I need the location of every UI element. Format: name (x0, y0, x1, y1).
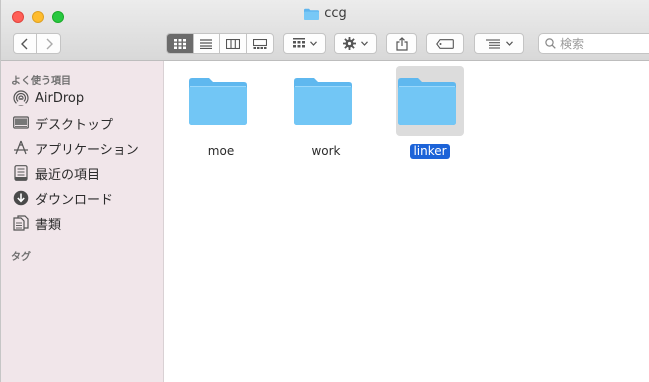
forward-button[interactable] (37, 34, 60, 53)
arrange-button[interactable] (474, 33, 524, 54)
tag-icon (436, 38, 454, 49)
title-bar[interactable]: ccg 検索 (1, 0, 649, 61)
sidebar-item-airdrop[interactable]: AirDrop (13, 88, 84, 108)
sidebar-item-label: ダウンロード (35, 192, 114, 208)
search-icon (545, 38, 556, 49)
search-field[interactable]: 検索 (538, 33, 649, 54)
sidebar-item-documents[interactable]: 書類 (13, 213, 61, 233)
gear-icon (343, 37, 356, 50)
sidebar-item-label: 最近の項目 (35, 167, 101, 183)
tag-button[interactable] (426, 33, 464, 54)
list-view-button[interactable] (194, 34, 220, 53)
sidebar-item-label: アプリケーション (35, 142, 139, 158)
group-by-button[interactable] (283, 33, 326, 54)
sidebar-item-desktop[interactable]: デスクトップ (13, 113, 113, 133)
group-grid-icon (292, 38, 305, 48)
sidebar: よく使う項目 AirDrop デスクトップ アプリケーション 最近の項目 ダウン… (1, 61, 164, 382)
file-browser-content: moe work linker (164, 61, 649, 382)
sidebar-item-label: AirDrop (35, 90, 85, 106)
documents-icon (13, 215, 29, 231)
view-mode-control (166, 33, 274, 54)
chevron-right-icon (46, 38, 53, 49)
window-title-group: ccg (1, 6, 649, 21)
chevron-left-icon (21, 38, 28, 49)
downloads-icon (13, 190, 29, 206)
gallery-view-button[interactable] (247, 34, 273, 53)
gallery-icon (252, 38, 267, 49)
tags-heading: タグ (11, 252, 31, 263)
sidebar-item-downloads[interactable]: ダウンロード (13, 188, 113, 208)
search-placeholder: 検索 (560, 37, 585, 51)
folder-icon (294, 78, 352, 125)
folder-name: work (311, 144, 341, 158)
folder-item-linker[interactable]: linker (390, 66, 470, 161)
sidebar-item-applications[interactable]: アプリケーション (13, 138, 139, 158)
folder-icon (398, 78, 456, 125)
finder-window: ccg 検索 よく使う項目 AirDrop デスクトップ アプリケーション 最近… (0, 0, 649, 382)
applications-icon (13, 140, 29, 156)
arrange-icon (485, 38, 500, 49)
folder-name: linker (390, 144, 470, 159)
action-button[interactable] (334, 33, 377, 54)
recents-icon (13, 165, 29, 181)
columns-icon (225, 38, 240, 49)
folder-item-work[interactable]: work (286, 66, 366, 161)
folder-icon (189, 78, 247, 125)
share-icon (395, 36, 408, 51)
back-button[interactable] (14, 34, 38, 53)
share-button[interactable] (386, 33, 417, 54)
nav-buttons (13, 33, 61, 54)
sidebar-item-label: デスクトップ (35, 117, 114, 133)
icon-view-button[interactable] (167, 34, 194, 53)
column-view-button[interactable] (220, 34, 247, 53)
icon-grid-icon (173, 38, 186, 49)
chevron-down-icon (309, 41, 317, 46)
chevron-down-icon (361, 41, 368, 46)
list-icon (200, 38, 213, 49)
folder-item-moe[interactable]: moe (181, 66, 261, 161)
desktop-icon (13, 115, 29, 131)
favorites-heading: よく使う項目 (11, 76, 71, 87)
window-title: ccg (324, 6, 347, 21)
folder-name: moe (207, 144, 235, 158)
sidebar-item-label: 書類 (35, 217, 62, 233)
sidebar-item-recents[interactable]: 最近の項目 (13, 163, 100, 183)
chevron-down-icon (505, 41, 513, 46)
folder-icon (304, 8, 320, 20)
airdrop-icon (13, 90, 29, 106)
